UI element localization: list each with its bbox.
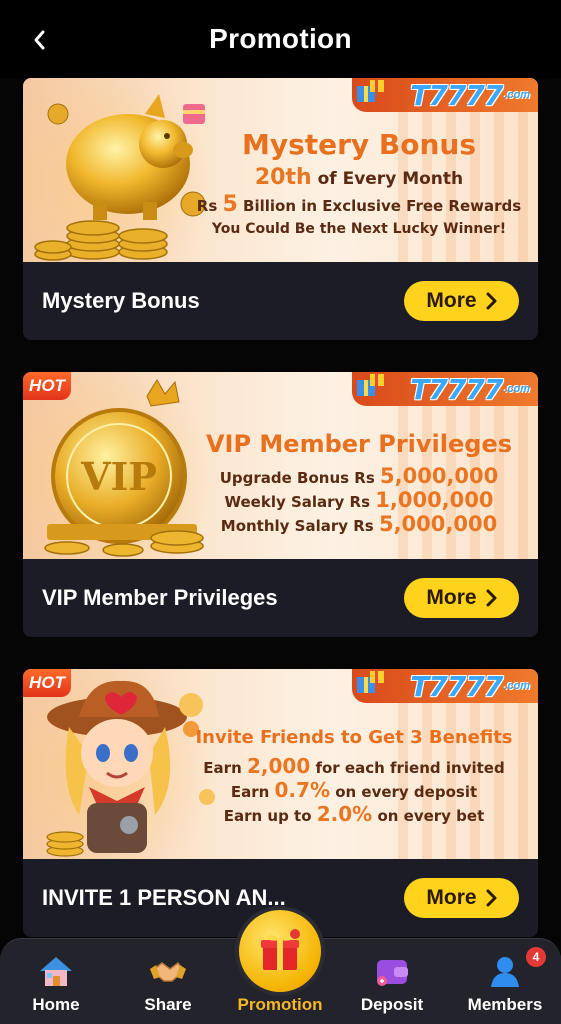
banner-copy: Mystery Bonus 20th of Every Month Rs 5 B… [196,128,522,237]
promo-banner[interactable]: HOT T7777 .com Invite Friends to Get 3 Be… [23,669,538,859]
card-footer: Mystery Bonus More [23,262,538,340]
svg-text:VIP: VIP [80,454,157,499]
promo-card-vip[interactable]: VIP HOT T7777 .com VIP Member Privileges … [23,372,538,637]
nav-item-members[interactable]: 4 Members [450,939,560,1024]
chevron-right-icon [486,589,497,607]
brand-logo: T7777 .com [352,372,538,406]
gift-icon [261,929,300,970]
nav-item-deposit[interactable]: Deposit [337,939,447,1024]
house-icon [40,957,72,986]
brand-logo: T7777 .com [352,669,538,703]
chevron-right-icon [486,292,497,310]
more-button[interactable]: More [404,578,519,618]
promo-banner[interactable]: T7777 .com Mystery Bonus 20th of Every Mo… [23,78,538,262]
person-icon [491,957,519,987]
promotion-page: Promotion T7777 .com Mystery Bonus 20th … [0,0,561,1024]
card-title: VIP Member Privileges [42,585,278,610]
gift-box-icon [357,671,384,693]
chevron-right-icon [486,889,497,907]
promo-card-invite[interactable]: HOT T7777 .com Invite Friends to Get 3 Be… [23,669,538,937]
banner-copy: VIP Member Privileges Upgrade Bonus Rs 5… [205,430,513,536]
back-button[interactable] [24,24,56,56]
card-title: INVITE 1 PERSON AN... [42,885,286,910]
hot-badge: HOT [23,372,71,400]
promo-card-mystery-bonus[interactable]: T7777 .com Mystery Bonus 20th of Every Mo… [23,78,538,340]
members-badge: 4 [526,947,546,967]
nav-item-home[interactable]: Home [1,939,111,1024]
handshake-icon [150,961,186,982]
promotion-center-button[interactable] [239,910,321,992]
more-button[interactable]: More [404,878,519,918]
card-title: Mystery Bonus [42,288,200,313]
card-footer: VIP Member Privileges More [23,559,538,637]
page-title: Promotion [209,23,352,54]
brand-logo: T7777 .com [352,78,538,112]
piggy-bank-icon [34,94,206,261]
wallet-icon [377,960,408,986]
top-bar: Promotion [0,0,561,78]
promo-banner[interactable]: VIP HOT T7777 .com VIP Member Privileges … [23,372,538,559]
gift-box-icon [357,80,384,102]
chevron-left-icon [34,30,45,50]
more-button[interactable]: More [404,281,519,321]
banner-copy: Invite Friends to Get 3 Benefits Earn 2,… [195,727,513,826]
gift-box-icon [357,374,384,396]
nav-item-share[interactable]: Share [113,939,223,1024]
hot-badge: HOT [23,669,71,697]
